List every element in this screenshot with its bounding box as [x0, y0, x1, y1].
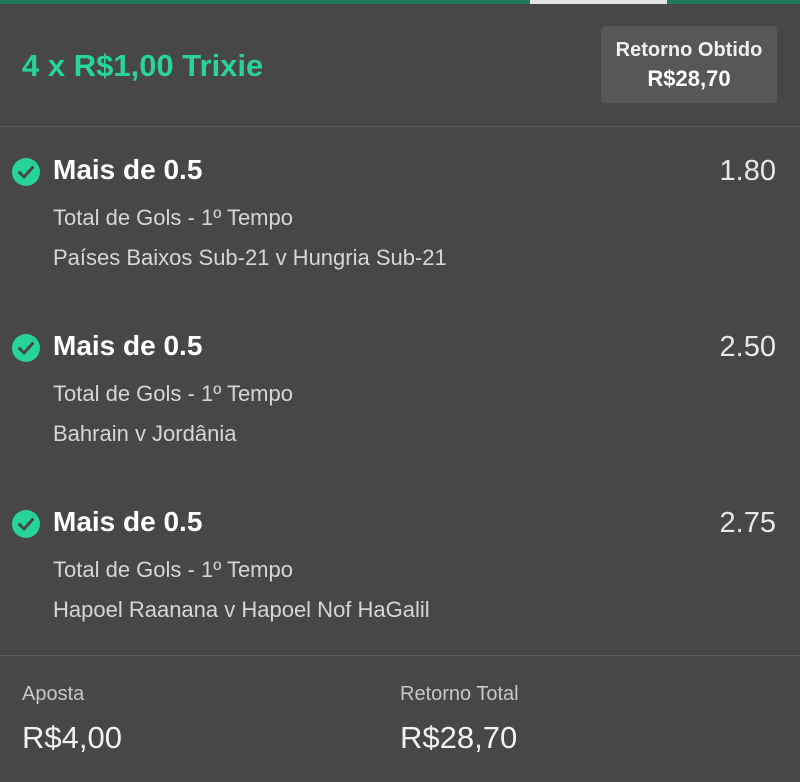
selection-market: Total de Gols - 1º Tempo [53, 205, 293, 230]
total-return-value: R$28,70 [400, 720, 518, 755]
selection-odds: 1.80 [719, 155, 776, 187]
stake-label: Aposta [22, 683, 85, 705]
bet-summary-footer: Aposta R$4,00 Retorno Total R$28,70 [0, 656, 800, 782]
selection-event: Bahrain v Jordânia [53, 421, 237, 446]
return-obtained-value: R$28,70 [647, 66, 731, 91]
selection-odds: 2.75 [719, 507, 776, 539]
stake-value: R$4,00 [22, 720, 122, 755]
selection-market: Total de Gols - 1º Tempo [53, 381, 293, 406]
check-circle-icon [12, 334, 40, 362]
total-return-label: Retorno Total [400, 683, 519, 705]
check-circle-icon [12, 158, 40, 186]
selection-name: Mais de 0.5 [53, 330, 203, 361]
header-divider [0, 126, 800, 127]
selection-event: Países Baixos Sub-21 v Hungria Sub-21 [53, 245, 447, 270]
selection-name: Mais de 0.5 [53, 506, 203, 537]
selection-name: Mais de 0.5 [53, 154, 203, 185]
bet-receipt-screen: 4 x R$1,00 Trixie Retorno Obtido R$28,70… [0, 0, 800, 782]
return-obtained-box: Retorno Obtido R$28,70 [601, 26, 777, 103]
check-circle-icon [12, 510, 40, 538]
bet-title: 4 x R$1,00 Trixie [22, 48, 264, 83]
selection-market: Total de Gols - 1º Tempo [53, 557, 293, 582]
selection-odds: 2.50 [719, 331, 776, 363]
selection-event: Hapoel Raanana v Hapoel Nof HaGalil [53, 597, 430, 622]
bet-header: 4 x R$1,00 Trixie Retorno Obtido R$28,70 [0, 4, 800, 126]
return-obtained-label: Retorno Obtido [615, 39, 763, 61]
